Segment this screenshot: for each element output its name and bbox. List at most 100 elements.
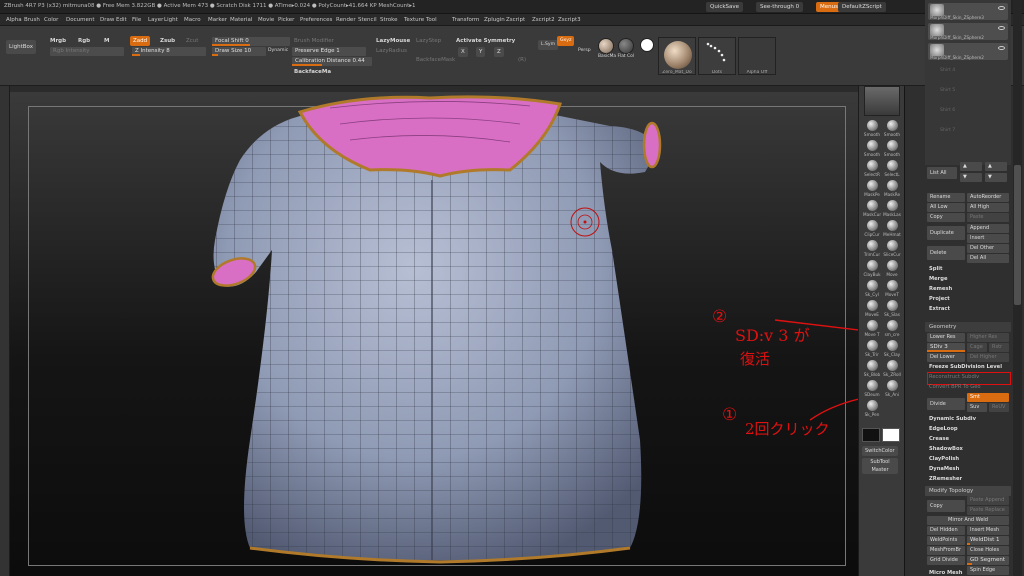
merge-menu[interactable]: Merge bbox=[929, 276, 947, 282]
backface-mask-slider[interactable]: BackfaceMask bbox=[416, 57, 455, 63]
subtool-row[interactable]: MorphDiff_Skin_ZSphere3 bbox=[928, 3, 1008, 20]
menu-item-zscript3[interactable]: Zscript3 bbox=[558, 17, 581, 23]
menu-item-file[interactable]: File bbox=[132, 17, 141, 23]
subtool-row[interactable]: Shirt 4 bbox=[928, 63, 1008, 80]
menu-item-color[interactable]: Color bbox=[44, 17, 58, 23]
reuv-button[interactable]: ReUV bbox=[989, 403, 1009, 412]
switch-color-button[interactable]: SwitchColor bbox=[862, 446, 898, 456]
menu-item-transform[interactable]: Transform bbox=[452, 17, 479, 23]
menu-item-alpha[interactable]: Alpha bbox=[6, 17, 22, 23]
backface-mask-button[interactable]: BackfaceMa bbox=[294, 69, 331, 75]
rgb-button[interactable]: Rgb bbox=[78, 38, 90, 44]
dynamic-button[interactable]: Dynamic bbox=[268, 48, 288, 53]
menu-item-draw[interactable]: Draw bbox=[100, 17, 114, 23]
del-lower-button[interactable]: Del Lower bbox=[927, 353, 965, 362]
modify-topology-header[interactable]: Modify Topology bbox=[925, 486, 1011, 496]
arrow-down-icon[interactable]: ▼ bbox=[960, 173, 982, 182]
z-intensity-slider[interactable]: Z Intensity 8 bbox=[132, 47, 206, 56]
menu-item-light[interactable]: Light bbox=[164, 17, 178, 23]
insert-mesh-button[interactable]: Insert Mesh bbox=[967, 526, 1009, 535]
eye-icon[interactable] bbox=[998, 26, 1005, 30]
menu-item-stroke[interactable]: Stroke bbox=[380, 17, 398, 23]
viewport-canvas[interactable] bbox=[10, 92, 858, 576]
claypolish-menu[interactable]: ClayPolish bbox=[929, 456, 959, 462]
del-hidden-button[interactable]: Del Hidden bbox=[927, 526, 965, 535]
brush-tool[interactable]: Smooth bbox=[862, 140, 882, 157]
move-up-icon[interactable]: ▲ bbox=[985, 162, 1007, 171]
all-high-button[interactable]: All High bbox=[967, 203, 1009, 212]
brush-tool[interactable]: Smooth bbox=[882, 140, 902, 157]
welddist-slider[interactable]: WeldDist 1 bbox=[967, 536, 1009, 545]
symmetry-z-button[interactable]: Z bbox=[494, 47, 504, 57]
append-button[interactable]: Append bbox=[967, 224, 1009, 233]
zremesher-menu[interactable]: ZRemesher bbox=[929, 476, 962, 482]
copy-button[interactable]: Copy bbox=[927, 213, 965, 222]
dynamic-subdiv-menu[interactable]: Dynamic Subdiv bbox=[929, 416, 976, 422]
brush-tool[interactable]: SliceCur bbox=[882, 240, 902, 257]
menu-item-picker[interactable]: Picker bbox=[278, 17, 294, 23]
zsub-button[interactable]: Zsub bbox=[160, 38, 175, 44]
eye-icon[interactable] bbox=[998, 46, 1005, 50]
menu-item-stencil[interactable]: Stencil bbox=[358, 17, 377, 23]
brush-tool[interactable]: Sk_Pen bbox=[862, 400, 882, 417]
flat-color-icon[interactable] bbox=[640, 38, 654, 52]
crease-menu[interactable]: Crease bbox=[929, 436, 949, 442]
meshfrombrush-button[interactable]: MeshFromBr bbox=[927, 546, 965, 555]
menu-item-render[interactable]: Render bbox=[336, 17, 356, 23]
brush-thumbnail[interactable]: Zero_Mat_Do bbox=[658, 37, 696, 75]
dynamesh-menu[interactable]: DynaMesh bbox=[929, 466, 959, 472]
rstr-button[interactable]: Rstr bbox=[989, 343, 1009, 352]
brush-tool[interactable]: MaskLas bbox=[882, 200, 902, 217]
menu-item-zscript[interactable]: Zscript bbox=[506, 17, 525, 23]
del-other-button[interactable]: Del Other bbox=[967, 244, 1009, 253]
tray-scrollbar-thumb[interactable] bbox=[1014, 165, 1021, 305]
lower-res-button[interactable]: Lower Res bbox=[927, 333, 965, 342]
default-zscript-button[interactable]: DefaultZScript bbox=[838, 2, 886, 12]
delete-button[interactable]: Delete bbox=[927, 246, 965, 260]
brush-tool[interactable]: MoveT bbox=[882, 280, 902, 297]
brush-tool[interactable]: MaskCur bbox=[862, 200, 882, 217]
micro-mesh-menu[interactable]: Micro Mesh bbox=[929, 570, 962, 576]
mirror-and-weld-button[interactable]: Mirror And Weld bbox=[927, 516, 1009, 525]
menu-item-material[interactable]: Material bbox=[230, 17, 252, 23]
freeze-subdivision-button[interactable]: Freeze SubDivision Level bbox=[929, 364, 1002, 370]
shadowbox-menu[interactable]: ShadowBox bbox=[929, 446, 963, 452]
rgb-intensity-slider[interactable]: Rgb Intensity bbox=[50, 47, 124, 56]
calibration-distance-slider[interactable]: Calibration Distance 0.44 bbox=[292, 57, 372, 66]
split-menu[interactable]: Split bbox=[929, 266, 943, 272]
secondary-color-swatch[interactable] bbox=[882, 428, 900, 442]
brush-tool[interactable]: SelectR bbox=[862, 160, 882, 177]
menu-item-macro[interactable]: Macro bbox=[184, 17, 201, 23]
autoreorder-button[interactable]: AutoReorder bbox=[967, 193, 1009, 202]
arrow-up-icon[interactable]: ▲ bbox=[960, 162, 982, 171]
brush-tool[interactable]: SelectL bbox=[882, 160, 902, 177]
tool-preview-thumbnail[interactable] bbox=[864, 86, 900, 116]
quicksave-button[interactable]: QuickSave bbox=[706, 2, 744, 12]
brush-tool[interactable]: Sk_Slas bbox=[882, 300, 902, 317]
brush-tool[interactable]: MaskRe bbox=[882, 180, 902, 197]
menu-item-marker[interactable]: Marker bbox=[208, 17, 227, 23]
radial-symmetry-button[interactable]: (R) bbox=[518, 57, 526, 63]
brush-tool[interactable]: Sk_Blob bbox=[862, 360, 882, 377]
suv-button[interactable]: Suv bbox=[967, 403, 987, 412]
preserve-edge-slider[interactable]: Preserve Edge 1 bbox=[292, 47, 366, 56]
geometry-header[interactable]: Geometry bbox=[925, 322, 1011, 332]
eye-icon[interactable] bbox=[998, 6, 1005, 10]
symmetry-y-button[interactable]: Y bbox=[476, 47, 486, 57]
menu-item-preferences[interactable]: Preferences bbox=[300, 17, 332, 23]
insert-button[interactable]: Insert bbox=[967, 234, 1009, 243]
paste-append-button[interactable]: Paste Append bbox=[967, 496, 1009, 505]
zadd-button[interactable]: Zadd bbox=[130, 36, 151, 46]
draw-size-slider[interactable]: Draw Size 10 bbox=[212, 47, 266, 56]
symmetry-x-button[interactable]: X bbox=[458, 47, 468, 57]
brush-tool[interactable]: SDeum bbox=[862, 380, 882, 397]
subtool-row[interactable]: MorphDiff_Skin_ZSphere2 bbox=[928, 23, 1008, 40]
m-button[interactable]: M bbox=[104, 38, 109, 44]
menu-item-zplugin[interactable]: Zplugin bbox=[484, 17, 505, 23]
remesh-menu[interactable]: Remesh bbox=[929, 286, 952, 292]
brush-tool[interactable]: Sk_Ani bbox=[882, 380, 902, 397]
project-menu[interactable]: Project bbox=[929, 296, 950, 302]
convert-bpr-button[interactable]: Convert BPR To Geo bbox=[929, 384, 981, 390]
extract-menu[interactable]: Extract bbox=[929, 306, 950, 312]
basic-material-icon[interactable] bbox=[618, 38, 634, 54]
